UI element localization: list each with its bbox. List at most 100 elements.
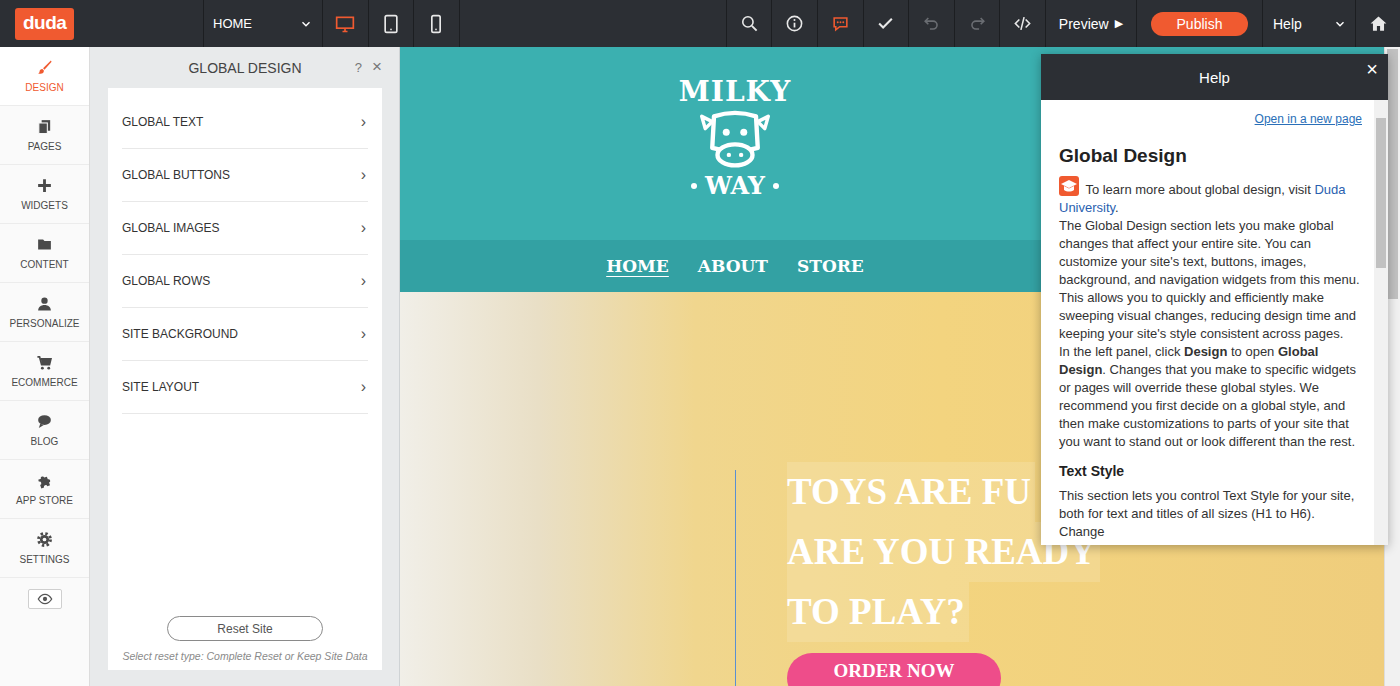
sidebar-label: PERSONALIZE <box>9 318 79 329</box>
hero-line: TOYS ARE FU <box>787 462 1035 522</box>
site-logo[interactable]: MILKY WAY <box>400 47 1070 240</box>
site-nav-item[interactable]: HOME <box>606 256 669 276</box>
help-text: . Changes that you make to specific widg… <box>1059 362 1356 449</box>
sidebar-item[interactable]: APP STORE <box>0 460 89 519</box>
publish-area: Publish <box>1136 0 1262 47</box>
sidebar-item[interactable]: ECOMMERCE <box>0 342 89 401</box>
help-subheading: Text Style <box>1059 461 1362 481</box>
reset-caption: Select reset type: Complete Reset or Kee… <box>122 650 367 662</box>
panel-row[interactable]: SITE BACKGROUND › <box>122 308 368 361</box>
page-select-value: HOME <box>213 16 252 31</box>
panel-card: GLOBAL TEXT ›GLOBAL BUTTONS ›GLOBAL IMAG… <box>108 88 382 670</box>
panel-row-label: SITE BACKGROUND <box>122 327 238 341</box>
help-heading: Global Design <box>1059 144 1362 168</box>
sidebar-label: APP STORE <box>16 495 73 506</box>
sidebar-item[interactable]: PAGES <box>0 106 89 165</box>
panel-help-button[interactable]: ? <box>355 60 362 75</box>
device-button[interactable] <box>322 0 368 47</box>
panel-header: GLOBAL DESIGN ? × <box>108 47 382 88</box>
folder-icon <box>36 236 53 253</box>
panel-title: GLOBAL DESIGN <box>188 60 301 76</box>
help-title: Help <box>1199 69 1230 86</box>
duda-logo[interactable]: duda <box>15 8 74 40</box>
page-scrollbar-thumb[interactable] <box>1387 49 1398 299</box>
sidebar-item[interactable]: CONTENT <box>0 224 89 283</box>
check-button[interactable] <box>863 0 909 47</box>
chevron-icon: › <box>361 325 366 343</box>
sidebar-label: BLOG <box>31 436 59 447</box>
home-button[interactable] <box>1355 0 1400 47</box>
site-nav-item[interactable]: ABOUT <box>698 256 768 276</box>
logo-area: duda <box>0 0 203 47</box>
sidebar-item[interactable]: PERSONALIZE <box>0 283 89 342</box>
order-now-button[interactable]: ORDER NOW <box>787 653 1001 686</box>
page-select[interactable]: HOME <box>203 0 322 47</box>
site-nav-list: HOME ABOUT STORE <box>400 240 1070 292</box>
sidebar-item[interactable]: DESIGN <box>0 47 89 106</box>
redo-button[interactable] <box>954 0 1000 47</box>
toolbar-spacer <box>459 0 726 47</box>
reset-site-button[interactable]: Reset Site <box>167 616 323 641</box>
panel-row-label: GLOBAL ROWS <box>122 274 210 288</box>
undo-icon <box>922 14 941 33</box>
help-menu[interactable]: Help <box>1262 0 1355 47</box>
help-content: Open in a new page Global Design To lear… <box>1041 100 1374 545</box>
help-text: . <box>1115 200 1119 215</box>
help-menu-label: Help <box>1273 16 1302 32</box>
desktop-icon <box>335 14 355 34</box>
publish-button[interactable]: Publish <box>1151 12 1248 36</box>
sidebar-item[interactable]: WIDGETS <box>0 165 89 224</box>
eye-icon <box>37 591 53 607</box>
chevron-icon: › <box>361 272 366 290</box>
panel-row[interactable]: GLOBAL ROWS › <box>122 255 368 308</box>
undo-button[interactable] <box>908 0 954 47</box>
code-button[interactable] <box>999 0 1045 47</box>
logo-bottom: WAY <box>691 171 779 201</box>
help-bold-text: Design <box>1184 344 1227 359</box>
site-nav-item[interactable]: STORE <box>797 256 864 276</box>
sidebar-item[interactable]: SETTINGS <box>0 519 89 578</box>
device-button[interactable] <box>368 0 414 47</box>
panel-row[interactable]: SITE LAYOUT › <box>122 361 368 414</box>
device-button[interactable] <box>413 0 459 47</box>
site-editor: duda HOME Preview ▶ Publish Help DESIGN … <box>0 0 1400 686</box>
help-scrollbar[interactable] <box>1374 100 1388 545</box>
help-header: Help × <box>1041 54 1388 100</box>
hero-line: TO PLAY? <box>787 582 969 642</box>
search-icon <box>740 14 759 33</box>
panel-row[interactable]: GLOBAL BUTTONS › <box>122 149 368 202</box>
help-paragraph: The Global Design section lets you make … <box>1059 217 1362 343</box>
panel-close-button[interactable]: × <box>372 60 382 75</box>
sidebar-label: DESIGN <box>25 82 63 93</box>
graduation-cap-icon <box>1059 176 1079 196</box>
panel-list: GLOBAL TEXT ›GLOBAL BUTTONS ›GLOBAL IMAG… <box>122 96 368 414</box>
code-icon <box>1013 14 1032 33</box>
help-scrollbar-thumb[interactable] <box>1376 118 1386 268</box>
pages-icon <box>36 118 53 135</box>
phone-icon <box>426 14 446 34</box>
chat-button[interactable] <box>817 0 863 47</box>
gear-icon <box>36 531 53 548</box>
help-text: To learn more about global design, visit <box>1085 182 1314 197</box>
panel-row[interactable]: GLOBAL TEXT › <box>122 96 368 149</box>
sidebar-label: CONTENT <box>20 259 68 270</box>
panel-actions: ? × <box>355 60 382 75</box>
preview-toggle[interactable] <box>28 589 62 609</box>
guide-line <box>735 470 736 686</box>
sidebar-item[interactable]: BLOG <box>0 401 89 460</box>
panel-row[interactable]: GLOBAL IMAGES › <box>122 202 368 255</box>
preview-button[interactable]: Preview ▶ <box>1045 0 1136 47</box>
global-design-panel: GLOBAL DESIGN ? × GLOBAL TEXT ›GLOBAL BU… <box>90 47 400 686</box>
help-close-button[interactable]: × <box>1366 58 1378 81</box>
search-button[interactable] <box>726 0 772 47</box>
bubble-icon <box>36 413 53 430</box>
help-text: The Global Design section lets you make … <box>1059 218 1360 341</box>
top-bar: duda HOME Preview ▶ Publish Help <box>0 0 1400 47</box>
info-button[interactable] <box>771 0 817 47</box>
chevron-icon: › <box>361 113 366 131</box>
brush-icon <box>36 59 53 76</box>
person-icon <box>36 295 53 312</box>
open-in-new-page-link[interactable]: Open in a new page <box>1255 110 1362 128</box>
panel-footer: Reset Site Select reset type: Complete R… <box>122 616 368 662</box>
panel-row-label: SITE LAYOUT <box>122 380 199 394</box>
